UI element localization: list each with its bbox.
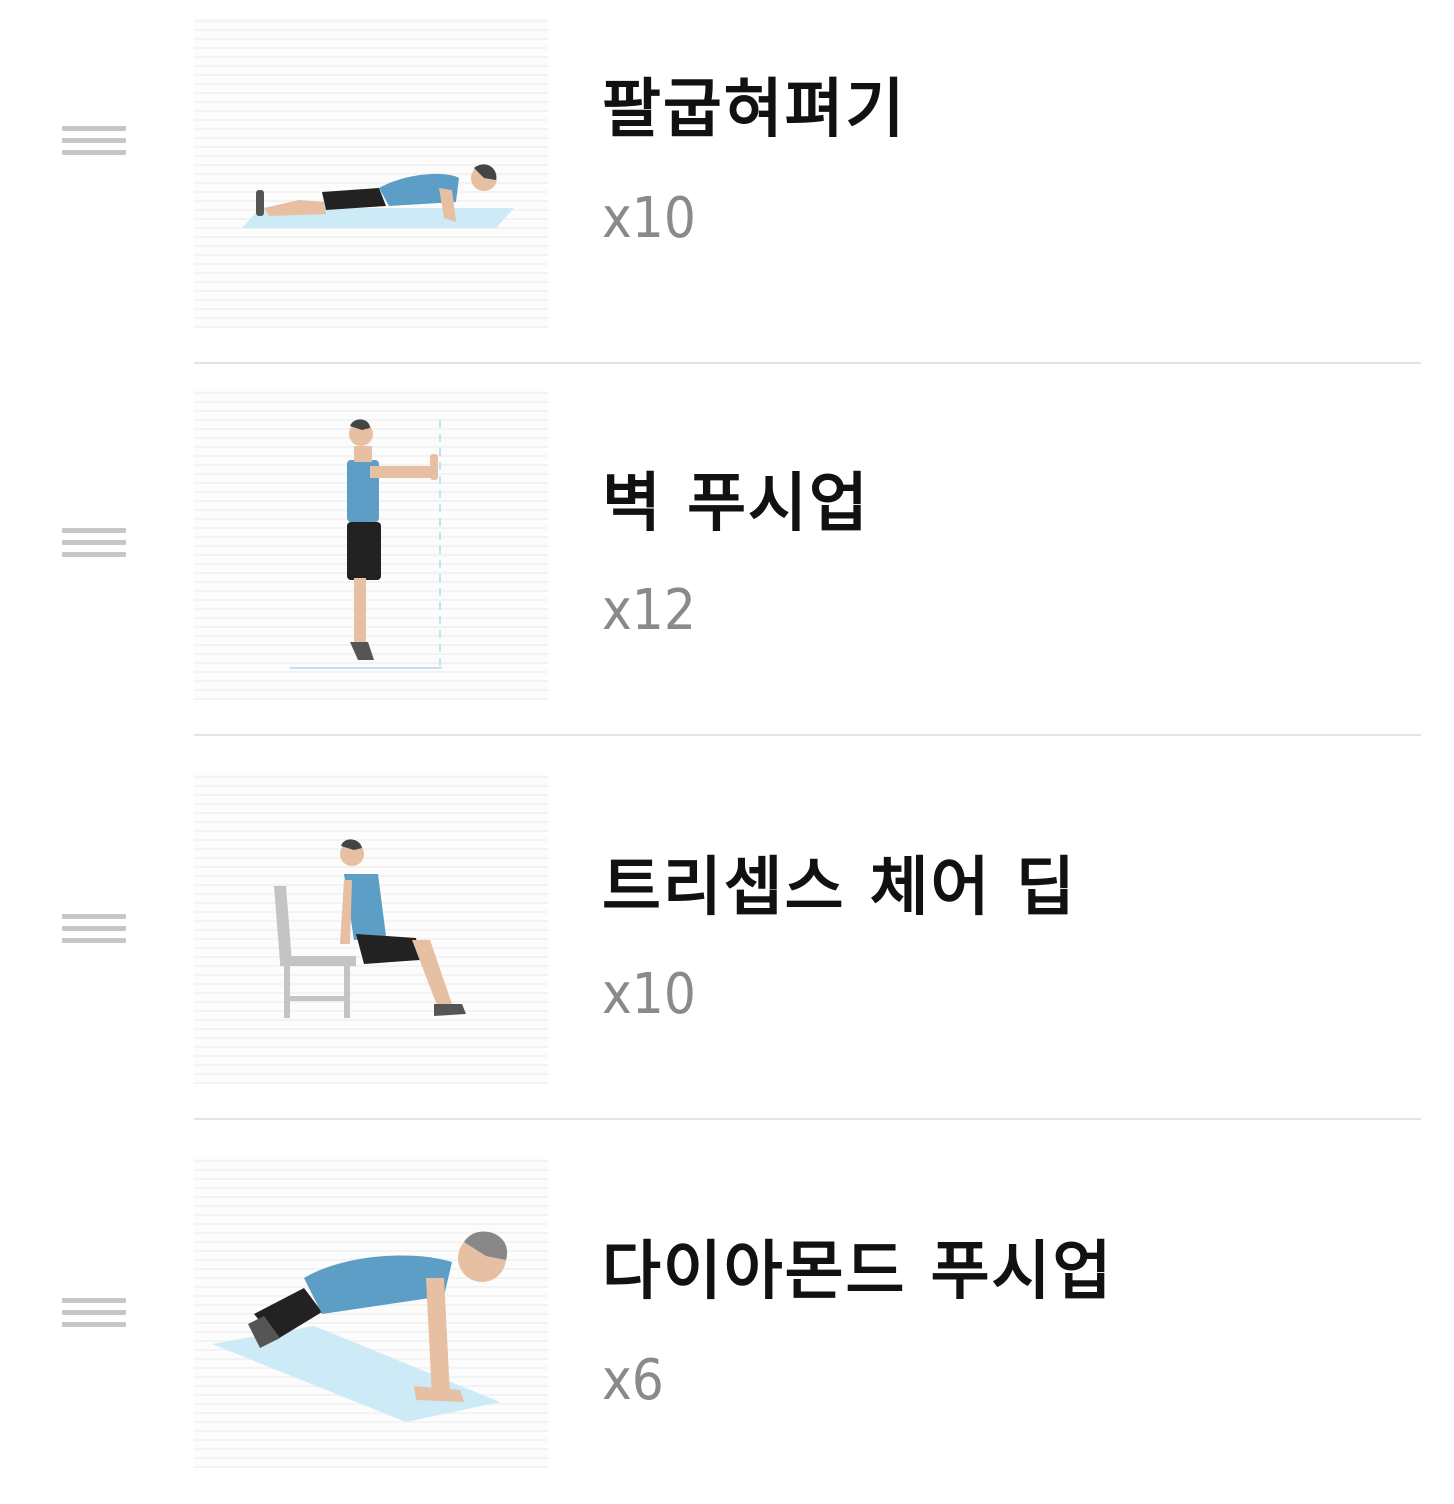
- exercise-list: 팔굽혀펴기 x10 벽 푸시업 x12 트리셉스 체어 딥 x10 다이아몬드 …: [0, 0, 1454, 1478]
- drag-handle-icon[interactable]: [56, 1282, 132, 1342]
- exercise-title: 다이아몬드 푸시업: [602, 1235, 1114, 1309]
- drag-handle-icon[interactable]: [56, 898, 132, 958]
- push-up-illustration: [194, 18, 548, 328]
- exercise-row[interactable]: 벽 푸시업 x12: [0, 352, 1454, 736]
- exercise-title: 트리셉스 체어 딥: [602, 851, 1077, 925]
- exercise-reps: x12: [602, 578, 696, 643]
- exercise-reps: x6: [602, 1348, 664, 1413]
- exercise-reps: x10: [602, 962, 696, 1027]
- drag-handle-icon[interactable]: [56, 110, 132, 170]
- exercise-row[interactable]: 다이아몬드 푸시업 x6: [0, 1120, 1454, 1504]
- triceps-chair-dip-illustration: [194, 774, 548, 1084]
- exercise-row[interactable]: 팔굽혀펴기 x10: [0, 0, 1454, 364]
- diamond-push-up-illustration: [194, 1158, 548, 1468]
- exercise-title: 팔굽혀펴기: [602, 73, 907, 147]
- wall-push-up-illustration: [194, 390, 548, 700]
- exercise-title: 벽 푸시업: [602, 467, 870, 541]
- drag-handle-icon[interactable]: [56, 512, 132, 572]
- exercise-row[interactable]: 트리셉스 체어 딥 x10: [0, 736, 1454, 1120]
- exercise-reps: x10: [602, 186, 696, 251]
